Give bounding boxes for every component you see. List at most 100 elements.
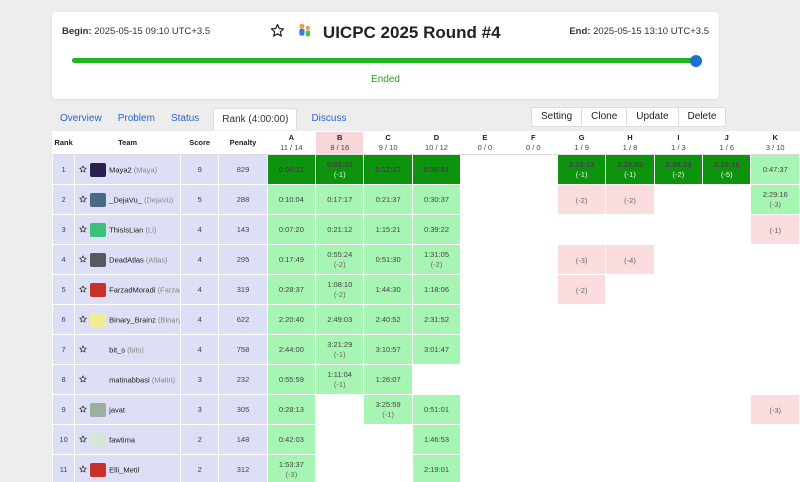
problem-cell[interactable]: 2:10:16 (-5) bbox=[702, 154, 752, 185]
problem-cell[interactable]: 0:28:37 bbox=[266, 274, 317, 305]
header-problem-g[interactable]: G1 / 9 bbox=[556, 131, 607, 155]
problem-cell[interactable]: 2:31:52 bbox=[411, 304, 462, 335]
team-name[interactable]: DeadAtlas bbox=[109, 255, 144, 264]
team-name[interactable]: Maya2 bbox=[109, 165, 132, 174]
team-star-icon[interactable] bbox=[79, 374, 87, 385]
problem-cell[interactable]: 2:49:03 bbox=[315, 304, 365, 335]
problem-cell[interactable]: 1:18:06 bbox=[411, 274, 462, 305]
problem-cell[interactable]: 2:19:01 bbox=[411, 454, 462, 482]
team-star-icon[interactable] bbox=[79, 224, 87, 235]
team-cell[interactable]: Binary_Brainz (Binary ... bbox=[74, 304, 182, 335]
team-star-icon[interactable] bbox=[79, 464, 87, 475]
problem-cell[interactable]: (-4) bbox=[605, 244, 655, 275]
team-cell[interactable]: DeadAtlas (Atlas) bbox=[74, 244, 182, 275]
problem-cell[interactable]: 1:46:53 bbox=[411, 424, 462, 455]
problem-cell[interactable]: 1:44:30 bbox=[363, 274, 413, 305]
problem-cell[interactable]: (-2) bbox=[605, 184, 655, 215]
problem-cell[interactable]: 0:10:04 bbox=[266, 184, 317, 215]
problem-cell[interactable]: 1:08:10 (-2) bbox=[315, 274, 365, 305]
team-name[interactable]: Elli_Metil bbox=[109, 465, 139, 474]
problem-cell[interactable]: 0:42:03 bbox=[266, 424, 317, 455]
problem-cell[interactable]: 0:17:17 bbox=[315, 184, 365, 215]
team-star-icon[interactable] bbox=[79, 194, 87, 205]
problem-cell[interactable]: 0:47:37 bbox=[750, 154, 800, 185]
update-button[interactable]: Update bbox=[626, 107, 679, 127]
team-star-icon[interactable] bbox=[79, 344, 87, 355]
tab-rank[interactable]: Rank (4:00:00) bbox=[213, 108, 298, 130]
team-star-icon[interactable] bbox=[79, 254, 87, 265]
header-problem-e[interactable]: E0 / 0 bbox=[460, 131, 510, 155]
problem-cell[interactable]: (-3) bbox=[750, 394, 800, 425]
problem-cell[interactable]: (-1) bbox=[750, 214, 800, 245]
team-name[interactable]: _DejaVu_ bbox=[109, 195, 142, 204]
problem-cell[interactable]: 0:26:01 bbox=[411, 154, 462, 185]
team-name[interactable]: Binary_Brainz bbox=[109, 315, 156, 324]
team-cell[interactable]: fawtima bbox=[74, 424, 182, 455]
tab-overview[interactable]: Overview bbox=[52, 108, 110, 130]
problem-cell[interactable]: (-3) bbox=[556, 244, 607, 275]
team-star-icon[interactable] bbox=[79, 284, 87, 295]
problem-cell[interactable]: 3:10:57 bbox=[363, 334, 413, 365]
setting-button[interactable]: Setting bbox=[531, 107, 583, 127]
problem-cell[interactable]: 2:40:52 bbox=[363, 304, 413, 335]
favorite-star-icon[interactable] bbox=[270, 23, 285, 43]
team-cell[interactable]: FarzadMoradi (Farzad) bbox=[74, 274, 182, 305]
team-cell[interactable]: bit_s (bits) bbox=[74, 334, 182, 365]
problem-cell[interactable]: 0:07:20 bbox=[266, 214, 317, 245]
problem-cell[interactable]: 0:55:59 bbox=[266, 364, 317, 395]
problem-cell[interactable]: 0:17:49 bbox=[266, 244, 317, 275]
team-cell[interactable]: matinabbasi (Matin) bbox=[74, 364, 182, 395]
problem-cell[interactable]: (-2) bbox=[556, 184, 607, 215]
header-problem-d[interactable]: D 10 / 12 bbox=[411, 131, 462, 155]
header-problem-a[interactable]: A 11 / 14 bbox=[266, 131, 317, 155]
team-cell[interactable]: Maya2 (Maya) bbox=[74, 154, 182, 185]
problem-cell[interactable]: 0:51:01 bbox=[411, 394, 462, 425]
problem-cell[interactable]: 1:29:52 (-1) bbox=[605, 154, 655, 185]
problem-cell[interactable]: 1:31:05 (-2) bbox=[411, 244, 462, 275]
header-problem-c[interactable]: C9 / 10 bbox=[363, 131, 413, 155]
problem-cell[interactable]: 3:01:47 bbox=[411, 334, 462, 365]
team-star-icon[interactable] bbox=[79, 434, 87, 445]
problem-cell[interactable]: 1:53:37 (-3) bbox=[266, 454, 317, 482]
team-name[interactable]: fawtima bbox=[109, 435, 135, 444]
clone-button[interactable]: Clone bbox=[581, 107, 628, 127]
problem-cell[interactable]: 0:05:06 (-1) bbox=[315, 154, 365, 185]
problem-cell[interactable]: 0:21:12 bbox=[315, 214, 365, 245]
team-star-icon[interactable] bbox=[79, 164, 87, 175]
problem-cell[interactable]: 2:59:23 (-2) bbox=[653, 154, 704, 185]
problem-cell[interactable]: 0:21:37 bbox=[363, 184, 413, 215]
header-problem-b[interactable]: B8 / 16 bbox=[315, 131, 365, 155]
team-name[interactable]: ThisIsLian bbox=[109, 225, 143, 234]
problem-cell[interactable]: 3:25:59 (-1) bbox=[363, 394, 413, 425]
tab-problem[interactable]: Problem bbox=[110, 108, 163, 130]
problem-cell[interactable]: 0:12:17 bbox=[363, 154, 413, 185]
problem-cell[interactable]: 0:51:30 bbox=[363, 244, 413, 275]
problem-cell[interactable]: 0:28:13 bbox=[266, 394, 317, 425]
problem-cell[interactable]: 2:29:16 (-3) bbox=[750, 184, 800, 215]
problem-cell[interactable]: 0:06:21 bbox=[266, 154, 317, 185]
team-name[interactable]: javat bbox=[109, 405, 125, 414]
problem-cell[interactable]: 0:30:37 bbox=[411, 184, 462, 215]
header-problem-h[interactable]: H1 / 8 bbox=[605, 131, 655, 155]
problem-cell[interactable]: 1:26:07 bbox=[363, 364, 413, 395]
header-problem-i[interactable]: I1 / 3 bbox=[653, 131, 704, 155]
tab-status[interactable]: Status bbox=[163, 108, 207, 130]
problem-cell[interactable]: 3:21:29 (-1) bbox=[315, 334, 365, 365]
problem-cell[interactable]: 1:11:04 (-1) bbox=[315, 364, 365, 395]
team-star-icon[interactable] bbox=[79, 404, 87, 415]
problem-cell[interactable]: 0:55:24 (-2) bbox=[315, 244, 365, 275]
tab-discuss[interactable]: Discuss bbox=[303, 108, 354, 130]
progress-knob[interactable] bbox=[690, 54, 702, 67]
problem-cell[interactable]: 1:15:21 bbox=[363, 214, 413, 245]
problem-cell[interactable]: 0:39:22 bbox=[411, 214, 462, 245]
header-problem-f[interactable]: F0 / 0 bbox=[508, 131, 558, 155]
team-cell[interactable]: _DejaVu_ (DejaVu) bbox=[74, 184, 182, 215]
problem-cell[interactable]: 2:12:12 (-1) bbox=[556, 154, 607, 185]
team-star-icon[interactable] bbox=[79, 314, 87, 325]
team-cell[interactable]: Elli_Metil bbox=[74, 454, 182, 482]
team-cell[interactable]: ThisIsLian (Li) bbox=[74, 214, 182, 245]
team-name[interactable]: FarzadMoradi bbox=[109, 285, 155, 294]
team-name[interactable]: matinabbasi bbox=[109, 375, 149, 384]
team-name[interactable]: bit_s bbox=[109, 345, 125, 354]
problem-cell[interactable]: 2:44:00 bbox=[266, 334, 317, 365]
